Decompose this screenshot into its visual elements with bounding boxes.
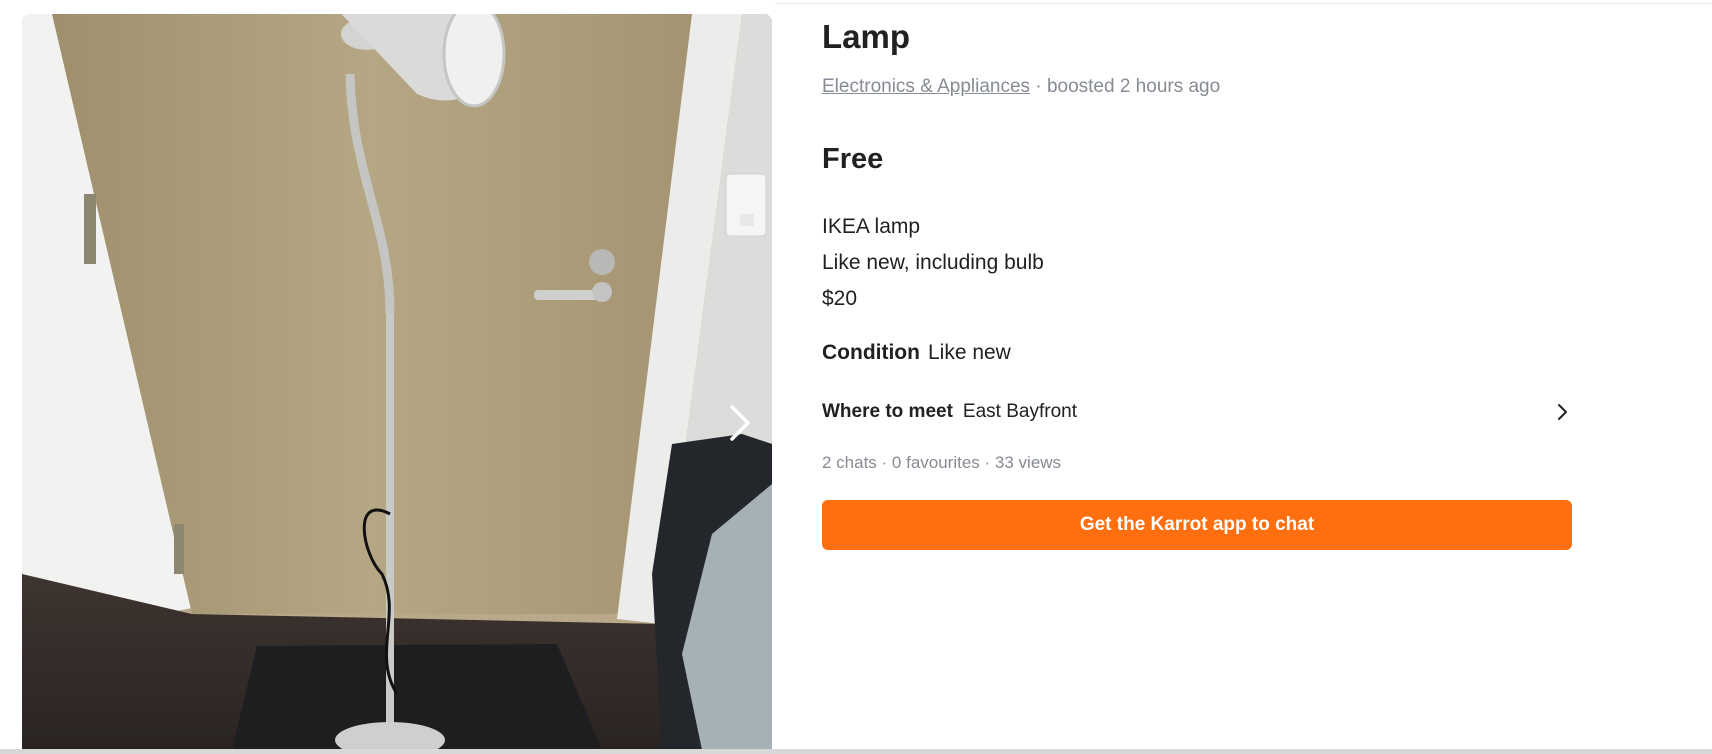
description-line: IKEA lamp (822, 215, 921, 238)
category-link[interactable]: Electronics & Appliances (822, 76, 1030, 97)
meet-label: Where to meet (822, 401, 953, 422)
boost-text: · boosted 2 hours ago (1030, 76, 1221, 97)
listing-page: Lamp Electronics & Appliances · boosted … (0, 0, 1712, 754)
chevron-right-icon (730, 405, 750, 441)
photo-carousel[interactable] (22, 14, 772, 750)
condition-value: Like new (927, 341, 1011, 364)
listing-title: Lamp (822, 18, 911, 55)
chevron-right-icon (1558, 404, 1567, 420)
get-app-chat-button[interactable]: Get the Karrot app to chat (822, 500, 1572, 550)
meet-location: East Bayfront (962, 401, 1077, 422)
bottom-scroll-edge (0, 749, 1712, 754)
listing-photo (22, 14, 772, 750)
top-divider (775, 3, 1712, 4)
carousel-next-button[interactable] (722, 401, 758, 445)
listing-meta: Electronics & Appliances · boosted 2 hou… (822, 76, 1220, 98)
listing-price: Free (822, 143, 884, 175)
condition-row: Condition Like new (822, 341, 1011, 365)
listing-description: IKEA lamp Like new, including bulb $20 (822, 209, 1044, 317)
description-line: $20 (822, 287, 858, 310)
description-line: Like new, including bulb (822, 251, 1044, 274)
where-to-meet-row[interactable]: Where to meet East Bayfront (822, 396, 1572, 428)
condition-label: Condition (822, 341, 920, 364)
listing-stats: 2 chats · 0 favourites · 33 views (822, 453, 1062, 472)
